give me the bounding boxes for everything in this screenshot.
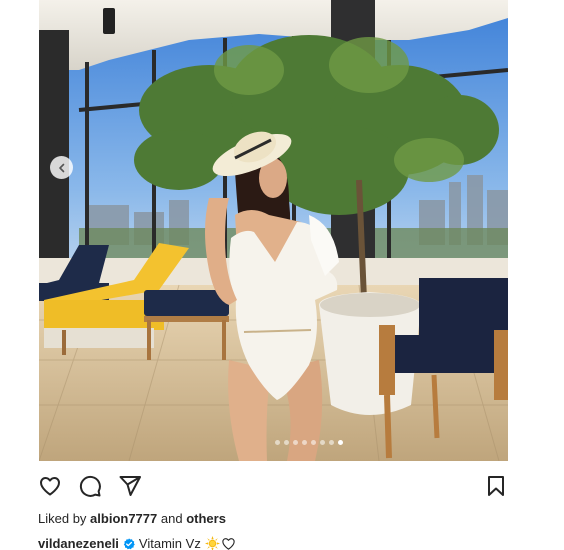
likes-summary: Liked by albion7777 and others [38,511,226,526]
liked-by-user-link[interactable]: albion7777 [90,511,157,526]
verified-badge-icon [123,537,135,549]
carousel-dot [274,440,280,445]
carousel-dot [292,440,298,445]
carousel-dot [337,440,343,445]
sun-emoji-icon [204,536,220,550]
heart-icon [40,477,60,496]
caption-text: Vitamin Vz [138,536,201,550]
like-button[interactable] [37,473,63,499]
liked-by-others-link[interactable]: others [186,511,226,526]
caption-username-link[interactable]: vildanezeneli [38,536,119,550]
post-image[interactable] [39,0,508,461]
carousel-dot [328,440,334,445]
comment-icon [79,475,101,497]
carousel-dot [283,440,289,445]
likes-prefix: Liked by [38,511,87,526]
chevron-left-icon [58,163,64,172]
post-action-bar [37,473,509,499]
carousel-dot [319,440,325,445]
post-caption: vildanezeneli Vitamin Vz [38,536,236,550]
post-photo [39,0,508,461]
carousel-indicator [39,440,508,445]
carousel-dot [301,440,307,445]
save-button[interactable] [483,473,509,499]
likes-connector: and [160,511,183,526]
carousel-dot [310,440,316,445]
carousel-previous-button[interactable] [50,156,73,179]
send-icon [119,476,141,496]
comment-button[interactable] [77,473,103,499]
share-button[interactable] [117,473,143,499]
white-heart-emoji-icon [222,538,235,550]
bookmark-icon [488,476,504,496]
